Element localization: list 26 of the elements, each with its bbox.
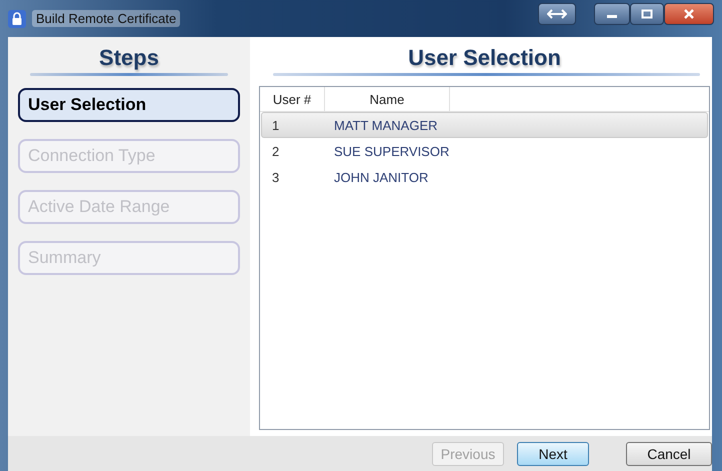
step-item[interactable]: User Selection	[18, 88, 240, 122]
column-header[interactable]: User #	[260, 87, 325, 111]
table-cell-text: 1	[271, 118, 280, 132]
table-cell-text: MATT MANAGER	[333, 118, 438, 132]
double-arrow-icon	[547, 8, 567, 18]
maximize-button[interactable]	[630, 2, 664, 24]
cancel-button[interactable]: Cancel	[626, 442, 712, 466]
minimize-button[interactable]	[594, 2, 630, 24]
table-cell-text: JOHN JANITOR	[333, 170, 428, 184]
maximize-icon	[641, 8, 653, 18]
close-icon	[683, 8, 695, 18]
next-button[interactable]: Next	[517, 442, 589, 466]
table-row[interactable]: 3 JOHN JANITOR	[261, 164, 708, 190]
table-cell-text: 3	[271, 170, 280, 184]
close-button[interactable]	[664, 2, 714, 24]
minimize-icon	[607, 15, 617, 18]
table-cell-text: SUE SUPERVISOR	[333, 144, 450, 158]
lock-icon	[8, 10, 26, 28]
table-row[interactable]: 2 SUE SUPERVISOR	[261, 138, 708, 164]
table-cell-text: 2	[271, 144, 280, 158]
window-title: Build Remote Certificate	[32, 10, 180, 27]
resize-button[interactable]	[538, 2, 576, 24]
table-row[interactable]: 1 MATT MANAGER	[261, 112, 708, 138]
steps-heading: Steps	[98, 45, 160, 71]
page-heading: User Selection	[407, 45, 562, 71]
column-header[interactable]: Name	[325, 87, 450, 111]
